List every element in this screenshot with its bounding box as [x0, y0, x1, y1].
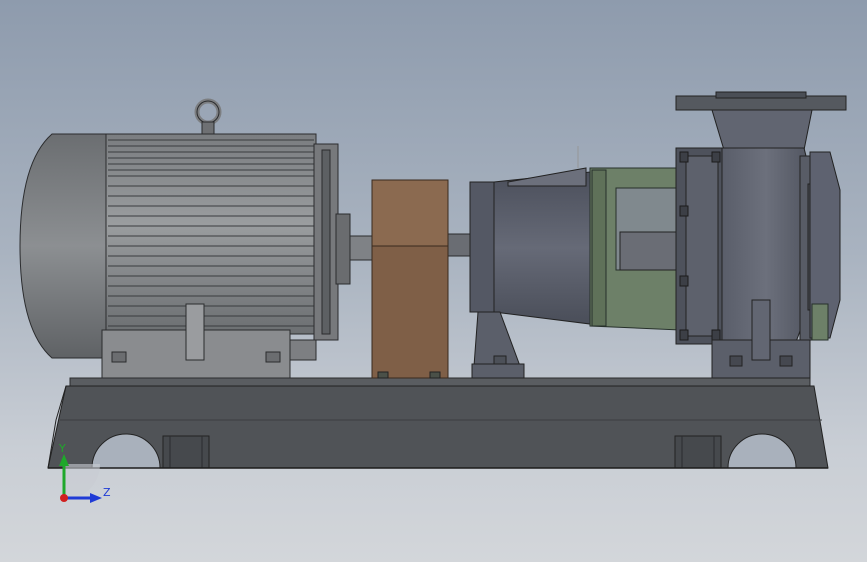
cad-viewport[interactable]: Y Z	[0, 0, 867, 562]
triad-y-label: Y	[59, 442, 66, 455]
bearing-housing[interactable]	[469, 146, 591, 379]
bracket-adapter[interactable]	[589, 167, 683, 331]
pump-casing[interactable]	[675, 91, 847, 379]
base-frame[interactable]	[47, 377, 829, 469]
flexible-coupling-guard[interactable]	[371, 179, 449, 379]
electric-motor[interactable]	[19, 98, 351, 379]
triad-z-label: Z	[103, 486, 111, 499]
triad-origin	[60, 494, 68, 502]
pump-assembly-model[interactable]	[0, 0, 867, 562]
